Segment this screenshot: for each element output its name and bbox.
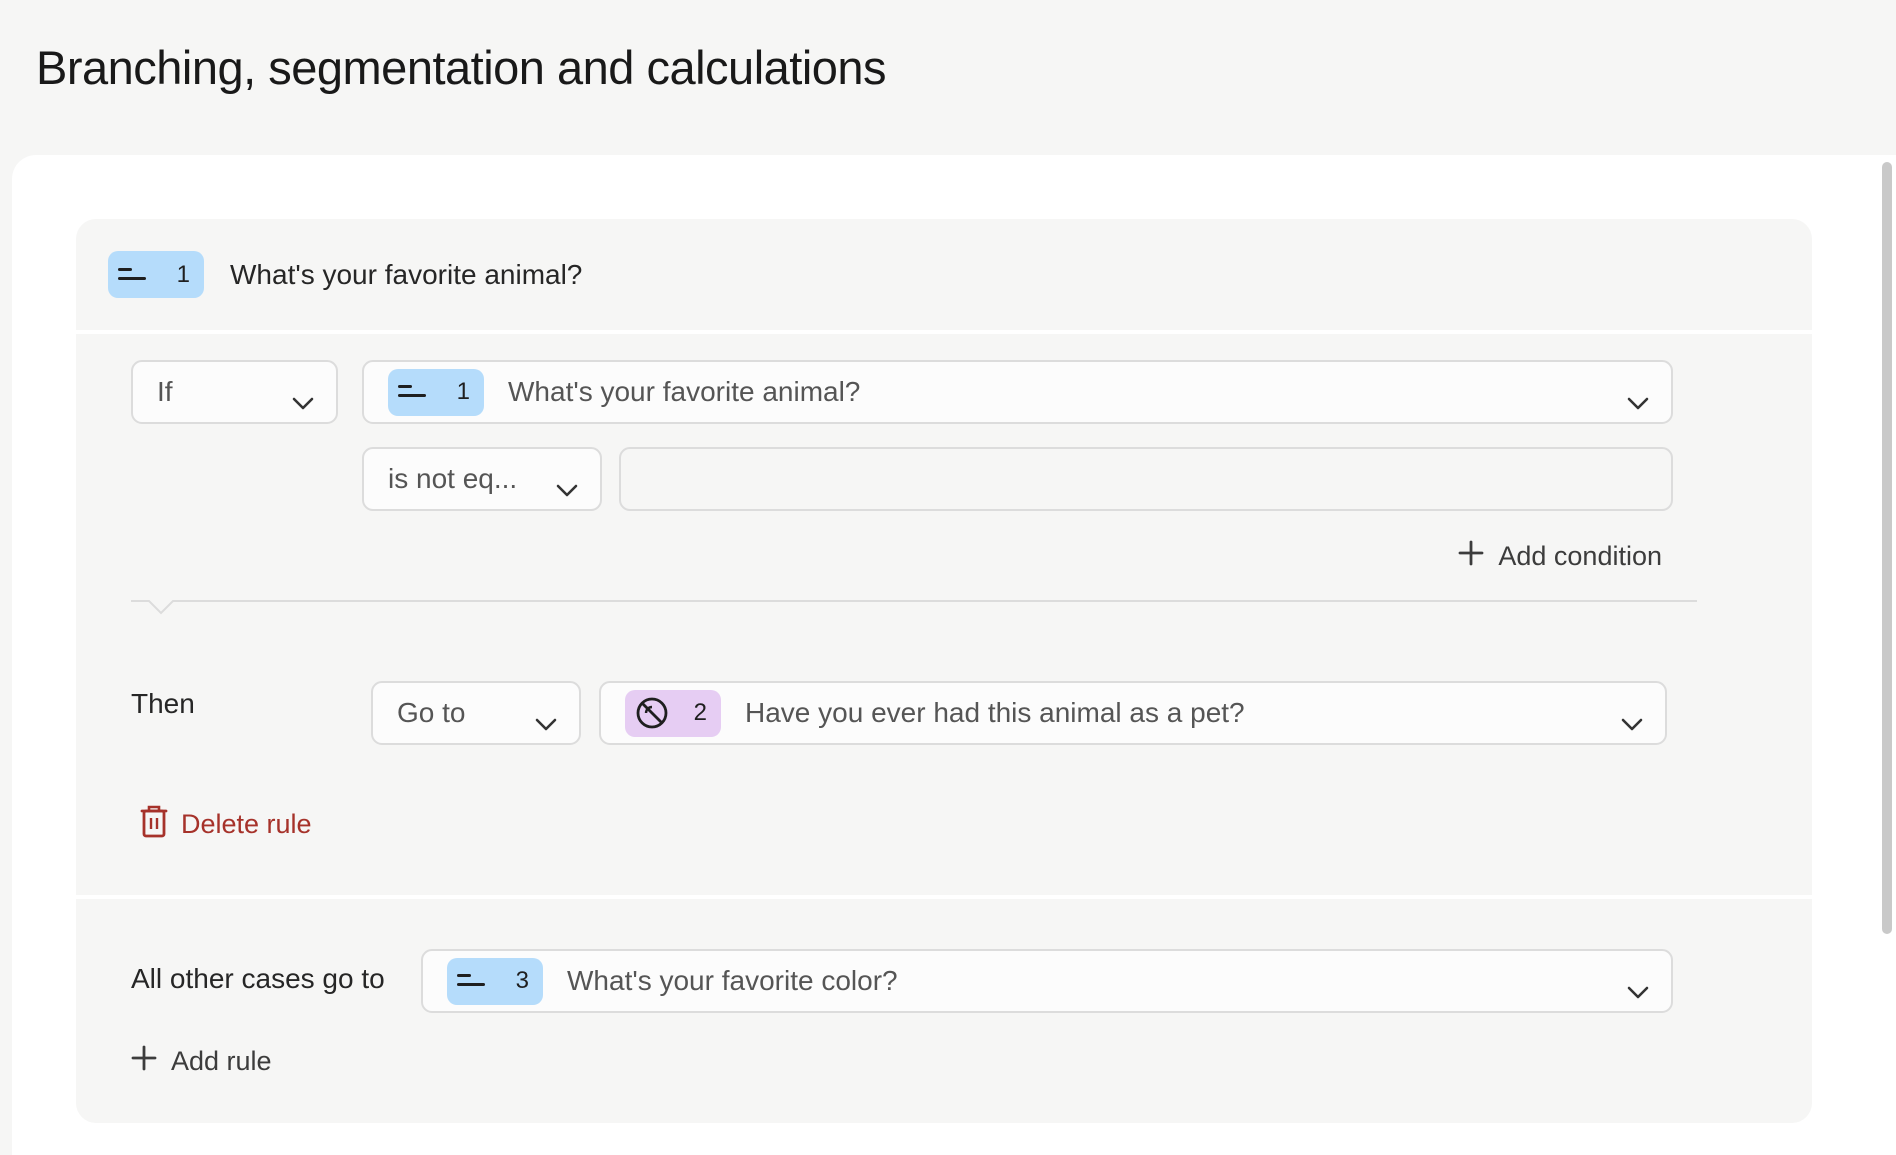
plus-icon [1458, 540, 1498, 573]
prohibited-circle-icon [635, 696, 669, 730]
question-badge: 3 [447, 957, 543, 1005]
fallback-label: All other cases go to [131, 963, 385, 994]
plus-icon [131, 1045, 171, 1078]
chevron-down-icon [292, 385, 314, 417]
if-select-value: If [157, 376, 173, 407]
question-title: What's your favorite animal? [230, 258, 583, 290]
operator-select[interactable]: is not eq... [362, 447, 602, 511]
question-badge: 1 [108, 251, 204, 298]
condition-value-input[interactable] [619, 447, 1673, 511]
trash-icon [139, 804, 181, 845]
question-number: 3 [515, 967, 529, 994]
chevron-down-icon [1627, 974, 1649, 1006]
condition-question-select[interactable]: 1 What's your favorite animal? [362, 360, 1673, 424]
delete-rule-button[interactable]: Delete rule [139, 804, 312, 845]
question-badge: 1 [388, 368, 484, 416]
add-rule-button[interactable]: Add rule [131, 1045, 272, 1078]
block-header: 1 What's your favorite animal? [76, 219, 1812, 334]
short-text-icon [398, 384, 428, 400]
page-title: Branching, segmentation and calculations [36, 41, 887, 94]
short-text-icon [457, 973, 487, 989]
short-text-icon [118, 267, 148, 283]
question-logic-block: 1 What's your favorite animal? If 1 What… [76, 219, 1812, 1123]
scrollbar[interactable] [1882, 162, 1892, 934]
rule-section: If 1 What's your favorite animal? is not… [76, 334, 1812, 899]
chevron-down-icon [1621, 706, 1643, 738]
delete-rule-label: Delete rule [181, 809, 312, 839]
chevron-down-icon [1627, 385, 1649, 417]
target-question-select[interactable]: 2 Have you ever had this animal as a pet… [599, 681, 1667, 745]
target-question-title: Have you ever had this animal as a pet? [745, 697, 1245, 728]
add-condition-button[interactable]: Add condition [1458, 540, 1662, 573]
add-rule-label: Add rule [171, 1046, 272, 1076]
then-label: Then [131, 688, 195, 719]
add-condition-label: Add condition [1498, 541, 1662, 571]
question-number: 1 [456, 378, 470, 405]
question-number: 2 [693, 699, 707, 726]
fallback-question-select[interactable]: 3 What's your favorite color? [421, 949, 1673, 1013]
then-divider [131, 600, 1697, 615]
question-number: 1 [176, 260, 190, 288]
action-select[interactable]: Go to [371, 681, 581, 745]
chevron-down-icon [556, 472, 578, 504]
condition-question-title: What's your favorite animal? [508, 376, 861, 407]
action-value: Go to [397, 697, 466, 728]
question-badge: 2 [625, 689, 721, 737]
operator-value: is not eq... [388, 463, 518, 494]
chevron-down-icon [535, 706, 557, 738]
fallback-section: All other cases go to 3 What's your favo… [76, 899, 1812, 1123]
fallback-question-title: What's your favorite color? [567, 965, 898, 996]
if-select[interactable]: If [131, 360, 338, 424]
